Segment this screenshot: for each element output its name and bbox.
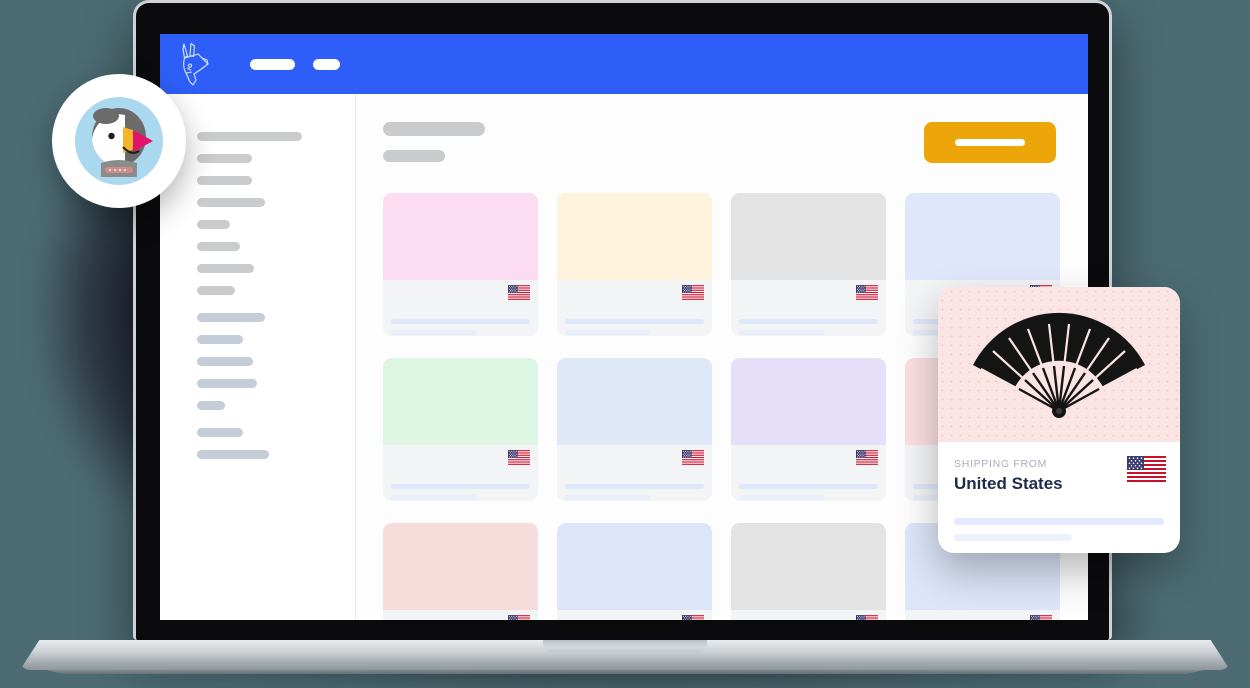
product-title-placeholder: [739, 319, 878, 324]
page-title-block: [383, 122, 485, 162]
product-info: [731, 445, 886, 501]
page-subtitle-placeholder: [383, 150, 445, 162]
laptop-base-notch: [543, 640, 707, 652]
product-meta-placeholder: [739, 330, 826, 335]
product-meta-placeholder: [565, 330, 652, 335]
sidebar-item-1-1[interactable]: [197, 132, 302, 141]
product-card[interactable]: [557, 358, 712, 501]
product-card[interactable]: [557, 523, 712, 620]
sidebar-item-2-4[interactable]: [197, 379, 257, 388]
black-folding-fan-icon: [973, 312, 1145, 418]
prestashop-puffin-icon: [92, 108, 153, 177]
shipping-detail-placeholder-1: [954, 518, 1164, 525]
sidebar-item-2-3[interactable]: [197, 357, 253, 366]
product-info: [383, 610, 538, 620]
nav-item-1-placeholder[interactable]: [250, 58, 295, 70]
product-thumbnail: [557, 523, 712, 610]
us-flag-icon: [856, 615, 878, 620]
doberman-head-logo-icon: [182, 42, 209, 86]
us-flag-icon: [856, 285, 878, 300]
product-info: [557, 610, 712, 620]
product-meta-placeholder: [391, 495, 478, 500]
product-meta-placeholder: [739, 495, 826, 500]
us-flag-icon: [508, 450, 530, 465]
product-card[interactable]: [383, 358, 538, 501]
product-info: [731, 610, 886, 620]
content-header: [383, 122, 1056, 163]
product-thumbnail: [383, 523, 538, 610]
page-title-placeholder: [383, 122, 485, 136]
sidebar-item-2-2[interactable]: [197, 335, 243, 344]
shipping-card[interactable]: SHIPPING FROM United States: [938, 287, 1180, 553]
sidebar-item-2-1[interactable]: [197, 313, 265, 322]
product-thumbnail: [731, 193, 886, 280]
sidebar-item-2-5[interactable]: [197, 401, 225, 410]
product-title-placeholder: [391, 484, 530, 489]
product-title-placeholder: [739, 484, 878, 489]
sidebar-item-1-2[interactable]: [197, 154, 252, 163]
sidebar-item-3-2[interactable]: [197, 450, 269, 459]
product-info: [905, 610, 1060, 620]
us-flag-icon: [508, 285, 530, 300]
nav-item-2-placeholder[interactable]: [313, 58, 340, 70]
product-card[interactable]: [731, 523, 886, 620]
product-info: [383, 280, 538, 336]
sidebar-group-3: [197, 428, 355, 459]
shipping-detail-placeholder-2: [954, 534, 1072, 541]
us-flag-icon: [682, 615, 704, 620]
sidebar-item-1-8[interactable]: [197, 286, 235, 295]
product-card[interactable]: [557, 193, 712, 336]
product-card[interactable]: [383, 523, 538, 620]
product-info: [557, 280, 712, 336]
us-flag-icon: [1030, 615, 1052, 620]
app-header: [160, 34, 1088, 94]
product-info: [731, 280, 886, 336]
product-info: [557, 445, 712, 501]
product-meta-placeholder: [565, 495, 652, 500]
product-thumbnail: [731, 358, 886, 445]
product-card[interactable]: [731, 193, 886, 336]
shipping-card-image: [938, 287, 1180, 442]
product-thumbnail: [383, 193, 538, 280]
sidebar-group-2: [197, 313, 355, 410]
us-flag-icon: [1127, 456, 1166, 482]
product-thumbnail: [557, 193, 712, 280]
product-title-placeholder: [565, 484, 704, 489]
puffin-avatar: [75, 97, 163, 185]
laptop-foot: [37, 668, 1213, 674]
us-flag-icon: [508, 615, 530, 620]
product-meta-placeholder: [391, 330, 478, 335]
sidebar: [160, 94, 356, 620]
sidebar-group-1: [197, 132, 355, 295]
product-info: [383, 445, 538, 501]
product-title-placeholder: [391, 319, 530, 324]
us-flag-icon: [682, 450, 704, 465]
product-card[interactable]: [731, 358, 886, 501]
primary-action-button-label: [955, 139, 1025, 146]
product-thumbnail: [905, 193, 1060, 280]
sidebar-item-3-1[interactable]: [197, 428, 243, 437]
product-card[interactable]: [383, 193, 538, 336]
sidebar-item-1-6[interactable]: [197, 242, 240, 251]
sidebar-item-1-5[interactable]: [197, 220, 230, 229]
sidebar-item-1-4[interactable]: [197, 198, 265, 207]
primary-action-button[interactable]: [924, 122, 1056, 163]
sidebar-item-1-3[interactable]: [197, 176, 252, 185]
us-flag-icon: [682, 285, 704, 300]
product-title-placeholder: [565, 319, 704, 324]
us-flag-icon: [856, 450, 878, 465]
shipping-card-body: SHIPPING FROM United States: [938, 442, 1180, 541]
sidebar-item-1-7[interactable]: [197, 264, 254, 273]
product-thumbnail: [557, 358, 712, 445]
product-thumbnail: [731, 523, 886, 610]
product-thumbnail: [383, 358, 538, 445]
prestashop-puffin-badge: [52, 74, 186, 208]
